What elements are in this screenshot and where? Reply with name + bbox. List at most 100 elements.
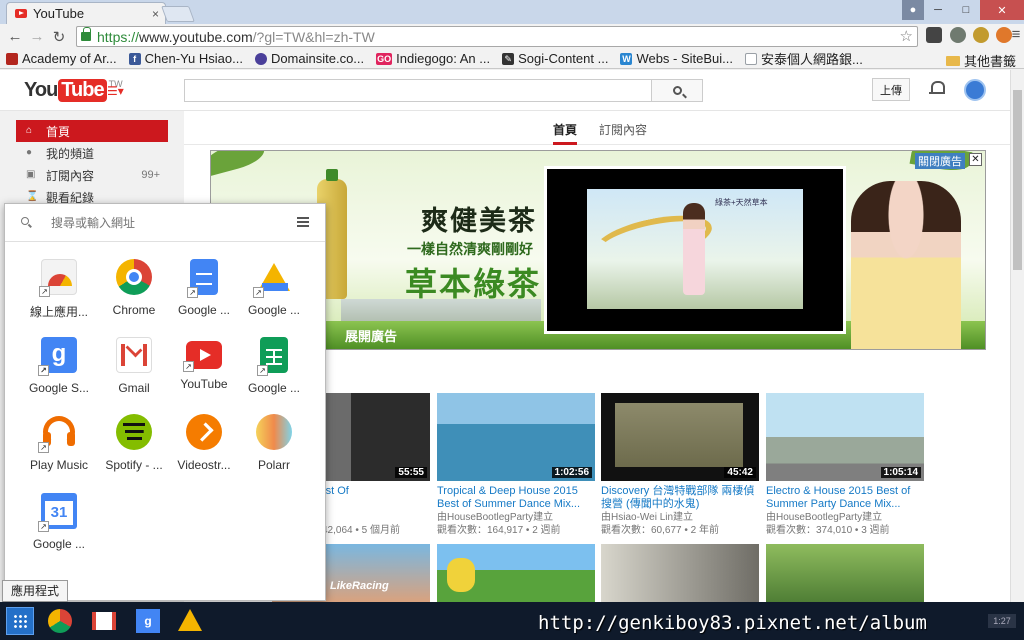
status-clock[interactable]: 1:27: [988, 614, 1016, 628]
user-icon: ●: [26, 147, 33, 158]
page-scrollbar[interactable]: [1010, 70, 1024, 602]
academy-icon: [6, 52, 18, 65]
bookmark-item[interactable]: Academy of Ar...: [6, 51, 117, 66]
shortcut-arrow-icon: ↗: [38, 442, 49, 453]
shortcut-arrow-icon: ↗: [257, 365, 268, 376]
guide-menu-icon[interactable]: ☰▾: [107, 84, 124, 98]
address-bar[interactable]: https:// www.youtube.com /?gl=TW&hl=zh-T…: [76, 26, 918, 47]
chrome-icon: [116, 259, 152, 295]
app-google-drive[interactable]: ↗ Google ...: [238, 259, 310, 317]
bookmark-item[interactable]: f Chen-Yu Hsiao...: [128, 51, 243, 66]
close-window-button[interactable]: ✕: [980, 0, 1024, 20]
scrollbar-thumb[interactable]: [1013, 90, 1022, 270]
app-google-calendar[interactable]: 31 ↗ Google ...: [23, 493, 95, 551]
minimize-button[interactable]: ─: [924, 0, 952, 20]
video-thumbnail[interactable]: [766, 544, 924, 602]
chrome-shelf-icon[interactable]: [48, 609, 72, 633]
video-duration: 45:42: [724, 467, 756, 478]
notifications-bell-icon[interactable]: [929, 81, 945, 96]
close-ad-icon[interactable]: ✕: [969, 153, 982, 166]
close-ad-link[interactable]: 關閉廣告: [915, 153, 965, 169]
google-sheets-icon: ↗: [257, 337, 288, 376]
other-bookmarks[interactable]: 其他書籤: [945, 51, 1016, 68]
search-input[interactable]: [184, 79, 652, 102]
ad-product: 草本綠茶: [405, 265, 542, 303]
launcher-search-input[interactable]: [51, 213, 271, 233]
drive-base: [262, 283, 288, 291]
video-thumbnail[interactable]: 1:05:14: [766, 393, 924, 481]
video-title[interactable]: Tropical & Deep House 2015 Best of Summe…: [437, 485, 595, 511]
bookmark-item[interactable]: Domainsite.co...: [254, 51, 364, 66]
lock-icon: [81, 27, 91, 41]
video-thumbnail[interactable]: 45:42: [601, 393, 759, 481]
bookmark-item[interactable]: 安泰個人網路銀...: [745, 49, 863, 68]
video-duration: 1:02:56: [551, 467, 592, 478]
ad-video-player[interactable]: 綠茶+天然草本: [544, 166, 846, 334]
app-youtube[interactable]: ↗ YouTube: [168, 337, 240, 391]
sheet-grid: [266, 349, 282, 365]
subscriptions-icon: ▣: [26, 169, 36, 180]
maximize-button[interactable]: □: [952, 0, 980, 20]
extension-gear-icon[interactable]: [973, 27, 989, 43]
tab-youtube[interactable]: YouTube ×: [6, 2, 166, 24]
video-card[interactable]: 1:05:14 Electro & House 2015 Best of Sum…: [766, 393, 924, 537]
back-icon[interactable]: ←: [4, 28, 26, 45]
upload-button[interactable]: 上傳: [872, 78, 910, 101]
app-play-music[interactable]: ↗ Play Music: [23, 414, 95, 472]
video-stats: 觀看次數：164,917 • 2 週前: [437, 525, 561, 536]
reload-icon[interactable]: ↻: [48, 28, 70, 46]
video-title[interactable]: Electro & House 2015 Best of Summer Part…: [766, 485, 924, 511]
avatar[interactable]: [964, 79, 986, 101]
app-launcher-button[interactable]: [6, 607, 34, 635]
guide-item-home[interactable]: ⌂ 首頁: [16, 120, 168, 142]
tab-home[interactable]: 首頁: [553, 121, 578, 145]
ad-tagline: 一樣自然清爽剛剛好: [407, 241, 533, 257]
video-thumbnail[interactable]: [437, 544, 595, 602]
video-channel[interactable]: 由Hsiao-Wei Lin建立: [601, 511, 759, 524]
google-search-shelf-icon[interactable]: g: [136, 609, 160, 633]
bookmark-item[interactable]: GO Indiegogo: An ...: [376, 51, 490, 66]
ad-banner[interactable]: 爽健美茶 一樣自然清爽剛剛好 草本綠茶 展開廣告 綠茶+天然草本 關閉廣告 ✕: [210, 150, 986, 350]
expand-ad-button[interactable]: 展開廣告: [345, 326, 397, 345]
tab-subscriptions[interactable]: 訂閱內容: [599, 121, 647, 138]
app-google-docs[interactable]: ↗ Google ...: [168, 259, 240, 317]
app-spotify[interactable]: Spotify - ...: [98, 414, 170, 472]
chrome-center: [126, 269, 142, 285]
leaf-decoration: [211, 151, 268, 177]
bookmark-item[interactable]: ✎ Sogi-Content ...: [502, 51, 608, 66]
guide-item-subscriptions[interactable]: ▣ 訂閱內容 99+: [16, 164, 168, 186]
app-videostream[interactable]: Videostr...: [168, 414, 240, 472]
new-tab-button[interactable]: [161, 6, 195, 22]
extension-printer-icon[interactable]: [926, 27, 942, 43]
search-icon: [672, 86, 682, 95]
shortcut-arrow-icon: ↗: [187, 287, 198, 298]
video-thumbnail[interactable]: 1:02:56: [437, 393, 595, 481]
launcher-menu-icon[interactable]: [297, 217, 309, 227]
google-drive-shelf-icon[interactable]: [178, 609, 202, 631]
video-thumbnail[interactable]: [601, 544, 759, 602]
app-chrome[interactable]: Chrome: [98, 259, 170, 317]
forward-icon[interactable]: →: [26, 28, 48, 45]
chrome-menu-icon[interactable]: ≡: [1008, 26, 1024, 43]
app-web-store[interactable]: ↗ 線上應用...: [23, 259, 95, 320]
video-card[interactable]: 1:02:56 Tropical & Deep House 2015 Best …: [437, 393, 595, 537]
video-title[interactable]: Discovery 台灣特戰部隊 兩棲偵搜營 (傳聞中的水鬼): [601, 485, 759, 511]
google-docs-icon: ↗: [187, 259, 218, 298]
tab-close-icon[interactable]: ×: [152, 7, 159, 21]
app-polarr[interactable]: Polarr: [238, 414, 310, 472]
guide-item-my-channel[interactable]: ● 我的頻道: [16, 142, 168, 164]
video-card[interactable]: 45:42 Discovery 台灣特戰部隊 兩棲偵搜營 (傳聞中的水鬼) 由H…: [601, 393, 759, 537]
extension-globe-icon[interactable]: [950, 27, 966, 43]
video-channel[interactable]: 由HouseBootlegParty建立: [437, 511, 595, 524]
subscriptions-count: 99+: [141, 169, 160, 181]
search-button[interactable]: [651, 79, 703, 102]
app-gmail[interactable]: Gmail: [98, 337, 170, 395]
app-google-sheets[interactable]: ↗ Google ...: [238, 337, 310, 395]
bookmark-item[interactable]: W Webs - SiteBui...: [620, 51, 733, 66]
webs-icon: W: [620, 52, 633, 65]
video-channel[interactable]: 由HouseBootlegParty建立: [766, 511, 924, 524]
gmail-shelf-icon[interactable]: [92, 612, 116, 630]
profile-icon[interactable]: ●: [902, 0, 924, 20]
bookmark-star-icon[interactable]: ☆: [900, 27, 913, 45]
app-google-search[interactable]: g ↗ Google S...: [23, 337, 95, 395]
